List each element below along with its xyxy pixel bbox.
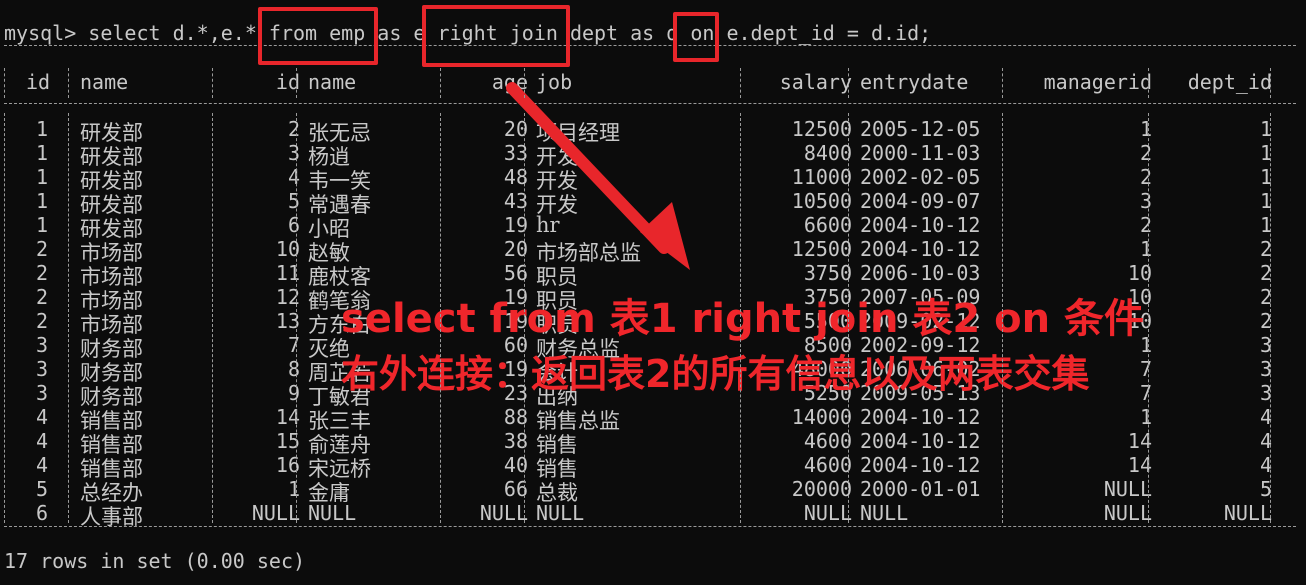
column-divider [212,113,213,523]
column-divider [68,113,69,523]
column-divider [296,68,297,98]
column-divider [440,113,441,523]
column-divider [1270,113,1271,523]
column-divider [524,113,525,523]
column-divider [4,113,5,523]
annotation-explanation: 右外连接：返回表2的所有信息以及两表交集 [341,352,1090,396]
column-divider [1270,68,1271,98]
column-divider [440,68,441,98]
column-divider [740,68,741,98]
column-divider [1148,113,1149,523]
annotation-syntax: select from 表1 right join 表2 on 条件 [341,296,1145,342]
column-divider [212,68,213,98]
column-divider [1148,68,1149,98]
column-divider [848,68,849,98]
column-divider [1002,68,1003,98]
column-divider [296,113,297,523]
column-divider [524,68,525,98]
column-divider [848,113,849,523]
column-divider [68,68,69,98]
column-divider [4,68,5,98]
column-divider [1002,113,1003,523]
column-divider [740,113,741,523]
